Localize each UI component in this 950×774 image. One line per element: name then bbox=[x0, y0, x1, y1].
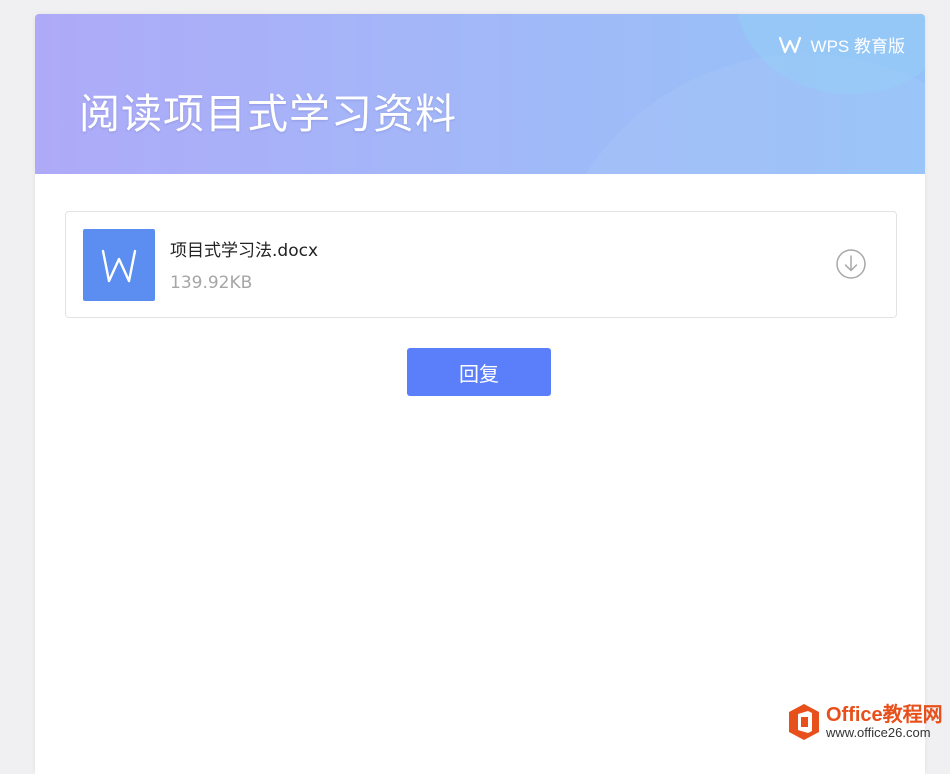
file-size: 139.92KB bbox=[170, 273, 252, 293]
file-name[interactable]: 项目式学习法.docx bbox=[170, 236, 318, 261]
watermark-title: Office教程网 bbox=[826, 704, 943, 726]
download-icon[interactable] bbox=[835, 248, 867, 280]
brand-label: WPS 教育版 bbox=[811, 32, 905, 57]
wps-brand: WPS 教育版 bbox=[779, 32, 905, 57]
page-title: 阅读项目式学习资料 bbox=[79, 80, 457, 140]
office26-watermark: Office教程网 www.office26.com bbox=[786, 702, 943, 742]
office-logo-icon bbox=[786, 702, 822, 742]
attachment-card[interactable]: 项目式学习法.docx 139.92KB bbox=[65, 211, 897, 318]
word-doc-icon bbox=[83, 229, 155, 301]
wps-logo-icon bbox=[779, 36, 801, 54]
header-banner: WPS 教育版 阅读项目式学习资料 bbox=[35, 14, 925, 174]
reply-button[interactable]: 回复 bbox=[407, 348, 551, 396]
main-card: WPS 教育版 阅读项目式学习资料 项目式学习法.docx 139.92KB 回… bbox=[35, 14, 925, 774]
watermark-url: www.office26.com bbox=[826, 726, 943, 740]
